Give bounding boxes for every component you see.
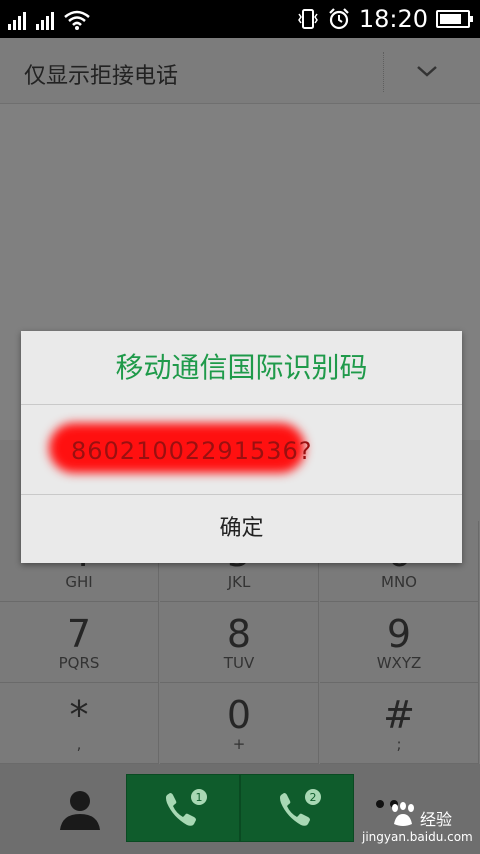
key-digit: 9 [386, 612, 412, 656]
imei-value: 86021002291536? [71, 437, 313, 465]
key-letters: ; [396, 735, 402, 753]
key-digit: * [69, 693, 89, 737]
phone-sim1-icon: 1 [166, 789, 207, 826]
watermark-url: jingyan.baidu.com [362, 830, 473, 844]
imei-dialog: 移动通信国际识别码 86021002291536? 确定 [21, 331, 462, 563]
battery-icon [436, 10, 473, 28]
svg-text:1: 1 [196, 791, 203, 804]
ok-button[interactable]: 确定 [21, 495, 462, 563]
dialpad-key[interactable]: #; [320, 683, 479, 764]
dialpad-key[interactable]: 9 WXYZ [320, 602, 479, 683]
chevron-down-icon[interactable] [414, 60, 440, 82]
key-letters: GHI [65, 573, 93, 591]
dialog-divider [21, 404, 462, 405]
key-digit: # [383, 693, 415, 737]
clock-time: 18:20 [358, 5, 428, 33]
baidu-watermark: 经验 jingyan.baidu.com [362, 800, 473, 848]
key-letters: JKL [227, 573, 251, 591]
baidu-paw-icon [392, 802, 414, 826]
svg-text:2: 2 [310, 791, 317, 804]
dialpad-key[interactable]: 8 TUV [160, 602, 319, 683]
contacts-icon[interactable] [58, 788, 102, 830]
dialpad-key[interactable]: 0 + [160, 683, 319, 764]
wifi-icon [64, 10, 90, 30]
key-letters: + [232, 735, 246, 753]
dialpad-key[interactable]: 7 PQRS [0, 602, 159, 683]
key-digit: 0 [226, 693, 252, 737]
key-digit: 7 [66, 612, 92, 656]
divider [383, 52, 384, 92]
key-letters: , [76, 735, 82, 753]
key-letters: PQRS [58, 654, 100, 672]
key-letters: TUV [223, 654, 255, 672]
watermark-brand: 经验 [420, 810, 453, 829]
signal-icon [36, 10, 54, 30]
filter-label: 仅显示拒接电话 [24, 64, 179, 89]
key-letters: WXYZ [376, 654, 422, 672]
alarm-icon [329, 8, 349, 30]
dialpad-key[interactable]: *, [0, 683, 159, 764]
vibrate-icon [297, 9, 318, 29]
status-bar: 18:20 [0, 0, 480, 38]
key-digit: 8 [226, 612, 252, 656]
call-sim1-button[interactable]: 1 [126, 774, 240, 842]
signal-icon [8, 10, 26, 30]
call-filter-row[interactable]: 仅显示拒接电话 [0, 38, 480, 104]
call-sim2-button[interactable]: 2 [240, 774, 354, 842]
key-letters: MNO [381, 573, 417, 591]
dialog-title: 移动通信国际识别码 [115, 351, 368, 384]
phone-sim2-icon: 2 [280, 789, 321, 826]
